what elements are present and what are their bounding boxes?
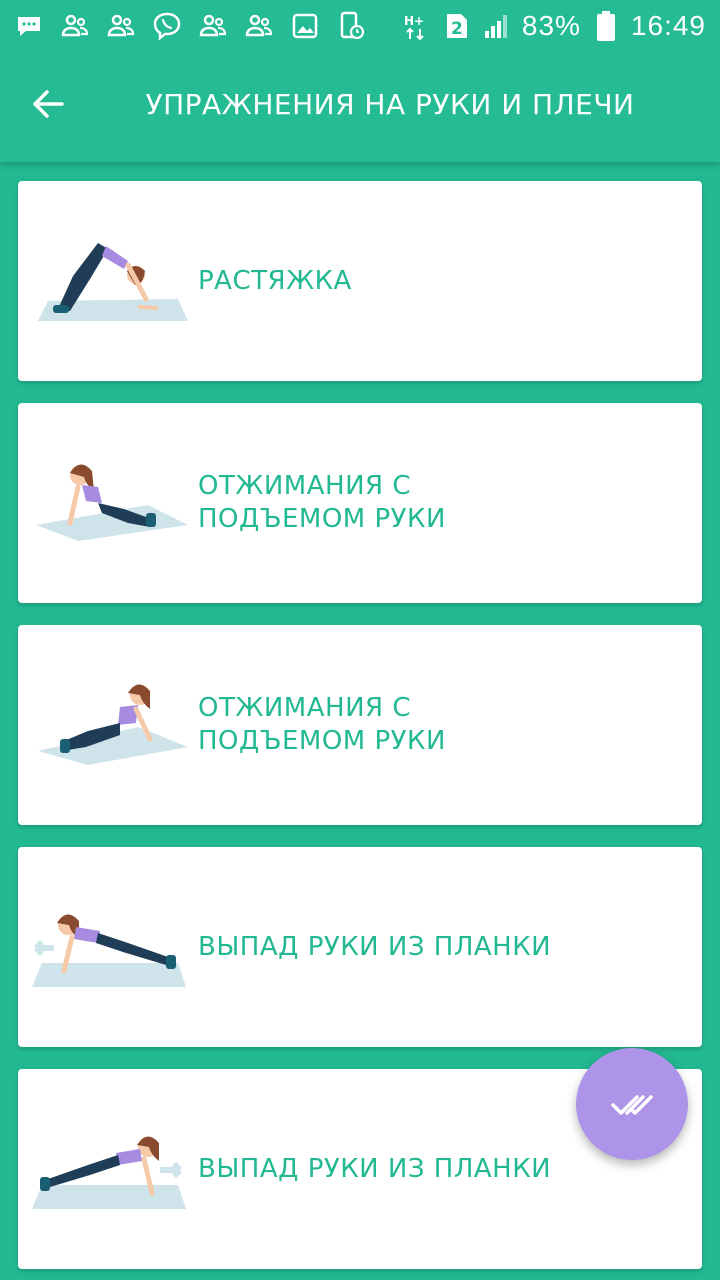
clock: 16:49 bbox=[630, 10, 706, 41]
exercise-label: ОТЖИМАНИЯ С ПОДЪЕМОМ РУКИ bbox=[198, 693, 446, 756]
exercise-card[interactable]: ОТЖИМАНИЯ С ПОДЪЕМОМ РУКИ bbox=[18, 625, 702, 825]
exercise-card[interactable]: ВЫПАД РУКИ ИЗ ПЛАНКИ bbox=[18, 847, 702, 1047]
exercise-illustration bbox=[38, 243, 188, 321]
status-bar: H+ 2 83% 16:49 bbox=[0, 0, 720, 52]
exercise-label: РАСТЯЖКА bbox=[198, 265, 352, 296]
done-all-icon bbox=[611, 1095, 653, 1115]
exercise-illustration bbox=[32, 1136, 186, 1209]
battery-icon bbox=[591, 11, 621, 41]
exercise-card[interactable]: ОТЖИМАНИЯ С ПОДЪЕМОМ РУКИ bbox=[18, 403, 702, 603]
viber-icon bbox=[152, 11, 182, 41]
contacts-icon bbox=[106, 11, 136, 41]
arrow-back-icon bbox=[33, 90, 64, 118]
battery-percent: 83% bbox=[521, 10, 581, 41]
phone-timer-icon bbox=[336, 11, 366, 41]
signal-icon bbox=[482, 11, 512, 41]
exercise-label: ВЫПАД РУКИ ИЗ ПЛАНКИ bbox=[198, 931, 552, 962]
app-bar: УПРАЖНЕНИЯ НА РУКИ И ПЛЕЧИ bbox=[0, 52, 720, 162]
exercise-illustration bbox=[36, 464, 188, 541]
exercise-illustration bbox=[32, 914, 186, 987]
exercise-illustration bbox=[38, 684, 188, 765]
done-all-button[interactable] bbox=[576, 1048, 688, 1160]
back-button[interactable] bbox=[26, 82, 70, 126]
exercise-label: ВЫПАД РУКИ ИЗ ПЛАНКИ bbox=[198, 1153, 552, 1184]
svg-text:2: 2 bbox=[451, 19, 463, 39]
exercise-label: ОТЖИМАНИЯ С ПОДЪЕМОМ РУКИ bbox=[198, 471, 446, 534]
notification-icons bbox=[14, 8, 366, 44]
system-icons: H+ 2 83% 16:49 bbox=[402, 8, 706, 44]
sim-icon: 2 bbox=[442, 11, 472, 41]
message-icon bbox=[14, 11, 44, 41]
image-icon bbox=[290, 11, 320, 41]
contacts-icon bbox=[60, 11, 90, 41]
svg-text:H+: H+ bbox=[404, 14, 424, 28]
network-icon: H+ bbox=[402, 11, 432, 41]
contacts-icon bbox=[244, 11, 274, 41]
contacts-icon bbox=[198, 11, 228, 41]
page-title: УПРАЖНЕНИЯ НА РУКИ И ПЛЕЧИ bbox=[145, 87, 635, 121]
exercise-card[interactable]: РАСТЯЖКА bbox=[18, 181, 702, 381]
